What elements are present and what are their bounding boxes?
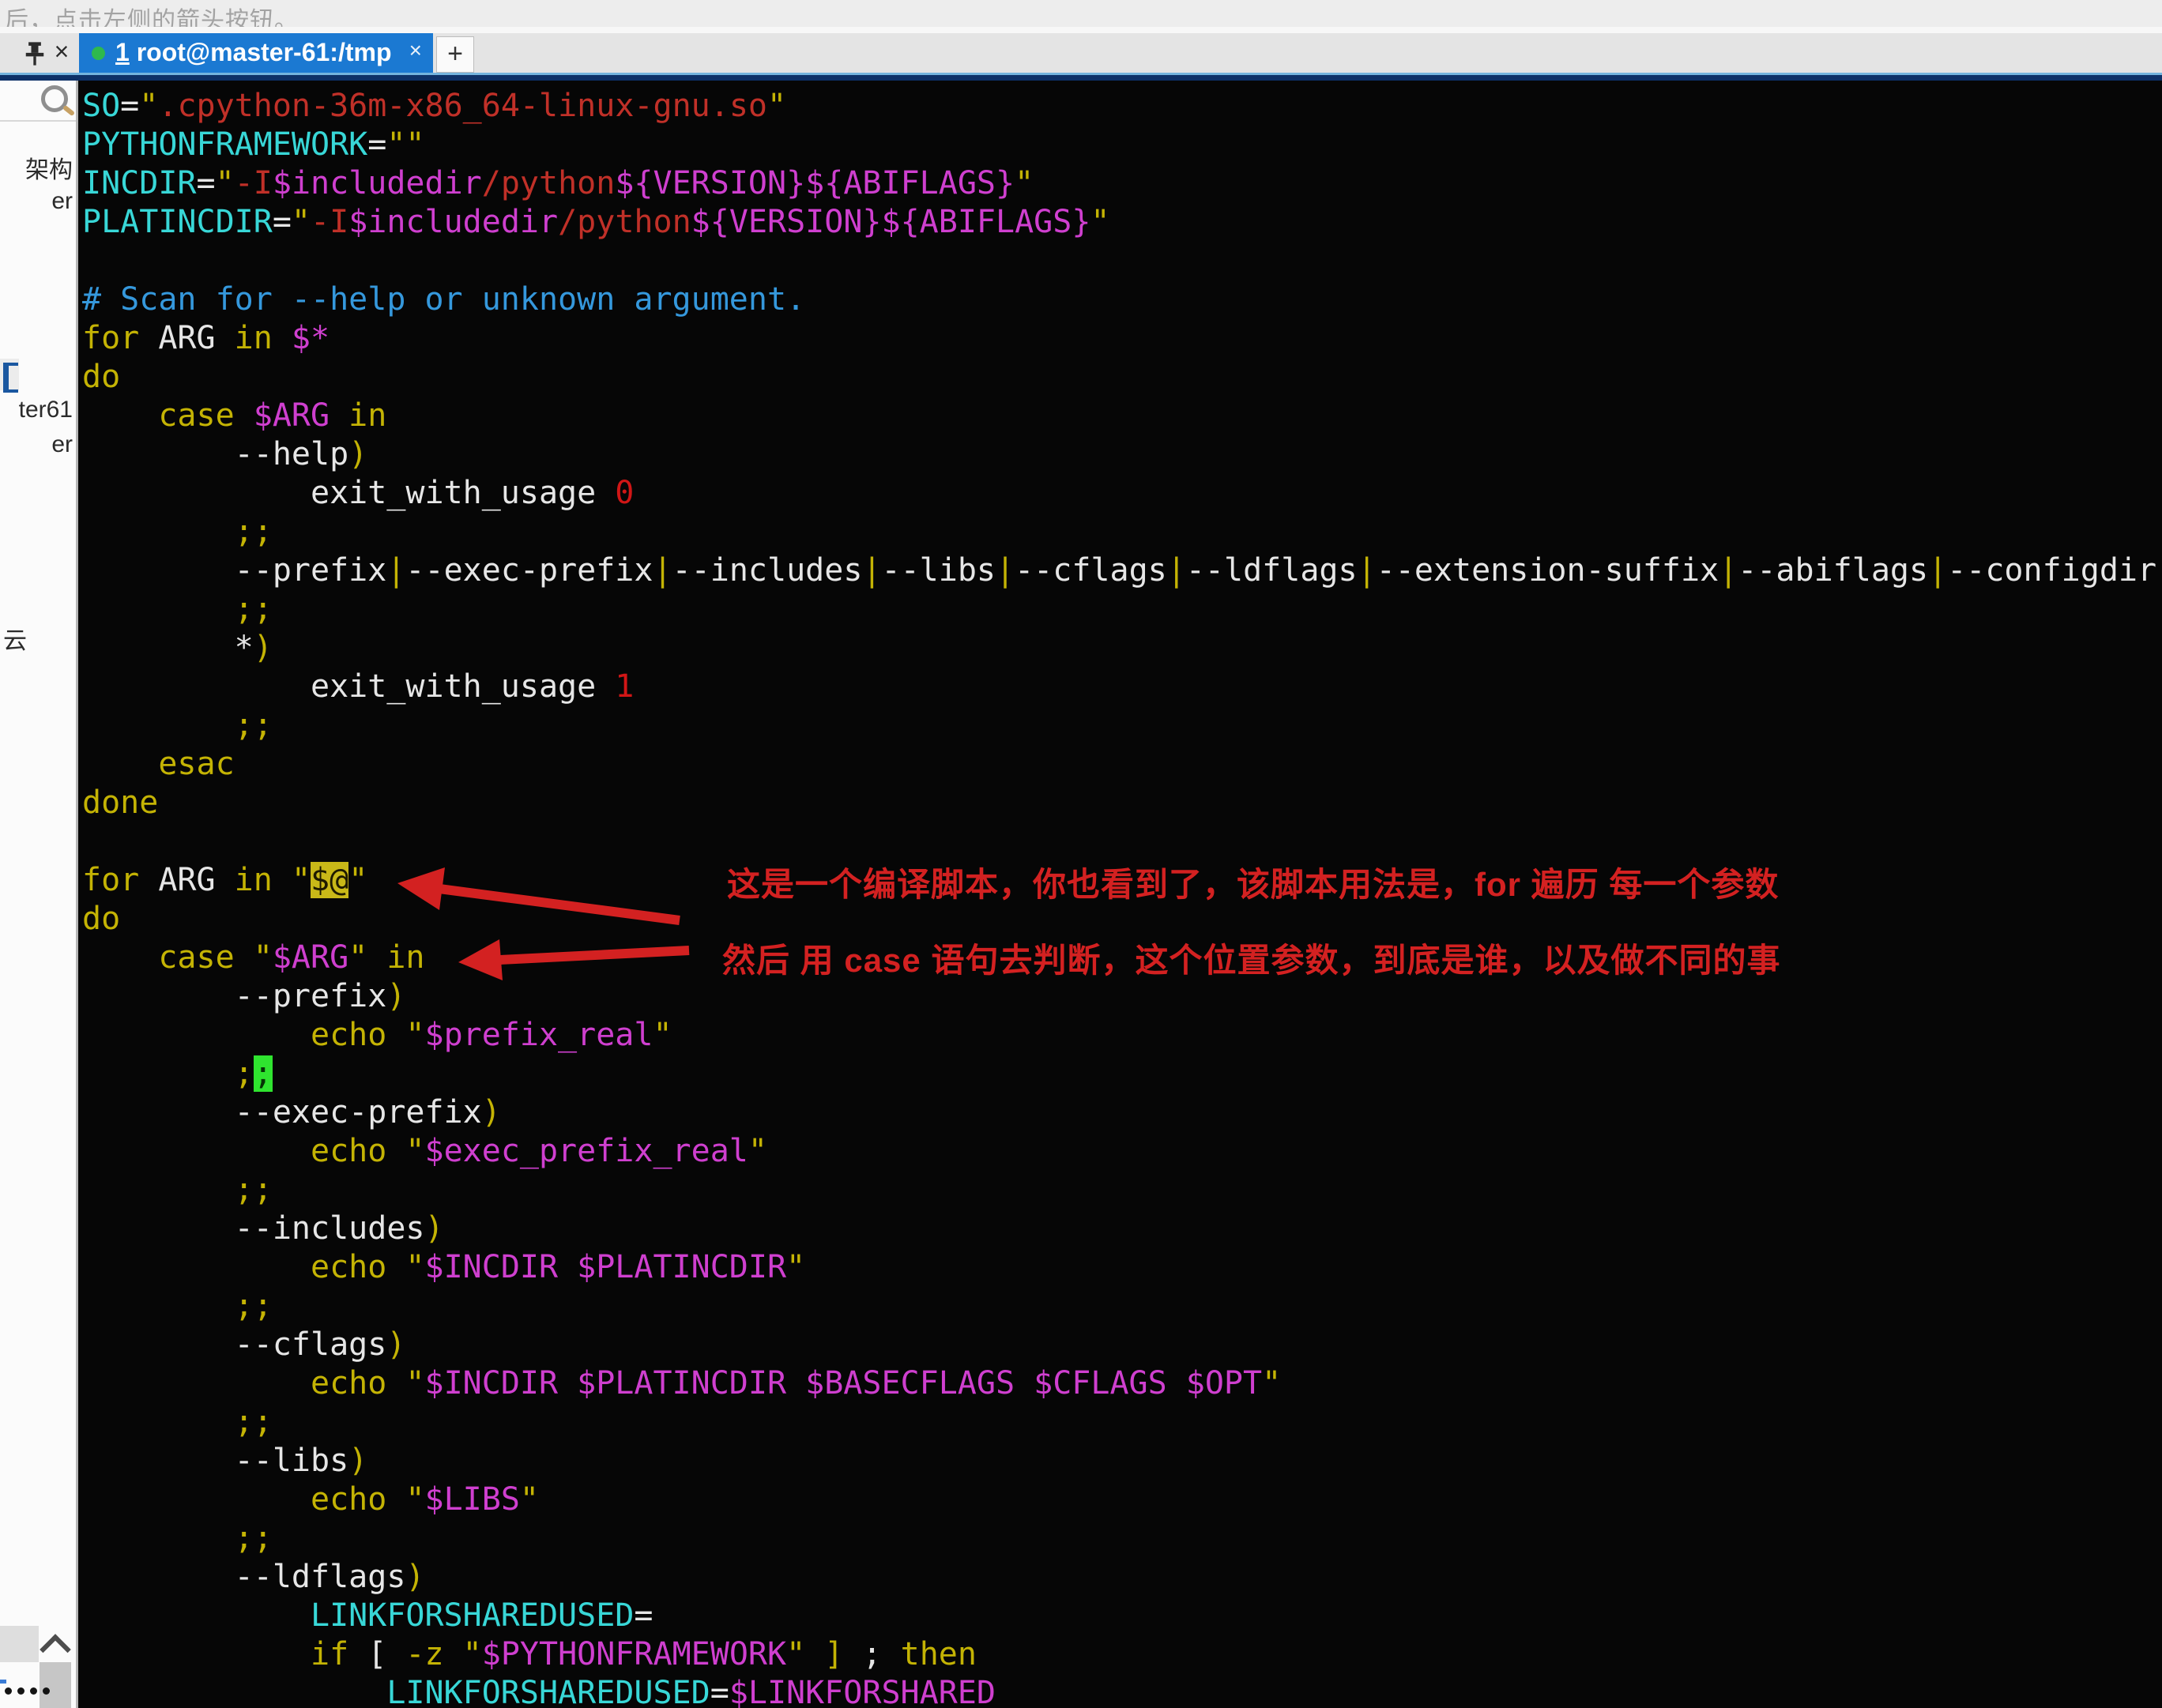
close-panel-icon[interactable]: ×: [47, 35, 76, 66]
code-line: --ldflags): [82, 1558, 2162, 1597]
code-line: echo "$prefix_real": [82, 1016, 2162, 1055]
code-line: --includes): [82, 1210, 2162, 1248]
code-line: echo "$LIBS": [82, 1480, 2162, 1519]
code-line: exit_with_usage 0: [82, 474, 2162, 513]
tab-terminal-session[interactable]: 1 root@master-61:/tmp ×: [79, 33, 433, 73]
code-line: ;;: [82, 1287, 2162, 1326]
topbar-divider: [0, 27, 2162, 33]
sidebar-item-fragment[interactable]: er: [51, 431, 73, 458]
code-line: PLATINCDIR="-I$includedir/python${VERSIO…: [82, 203, 2162, 242]
tab-bar: × 1 root@master-61:/tmp × +: [0, 33, 2162, 73]
sidebar-divider: [0, 120, 76, 122]
code-line: --cflags): [82, 1326, 2162, 1364]
code-line: echo "$INCDIR $PLATINCDIR $BASECFLAGS $C…: [82, 1364, 2162, 1403]
code-line: ;;: [82, 1403, 2162, 1442]
code-line: SO=".cpython-36m-x86_64-linux-gnu.so": [82, 87, 2162, 126]
code-line: for ARG in $*: [82, 319, 2162, 358]
ellipsis-dots-icon: [5, 1687, 50, 1695]
code-line: done: [82, 784, 2162, 822]
code-line: echo "$INCDIR $PLATINCDIR": [82, 1248, 2162, 1287]
annotation-text-1: 这是一个编译脚本，你也看到了，该脚本用法是，for 遍历 每一个参数: [727, 858, 1779, 906]
new-tab-button[interactable]: +: [436, 36, 474, 73]
code-line: --exec-prefix): [82, 1093, 2162, 1132]
code-line: do: [82, 358, 2162, 397]
search-icon[interactable]: [41, 85, 68, 112]
code-line: ;;: [82, 1519, 2162, 1558]
code-line: LINKFORSHAREDUSED=: [82, 1597, 2162, 1635]
sidebar-scrollbar[interactable]: [40, 1662, 71, 1708]
code-line: ;;: [82, 513, 2162, 551]
code-line: esac: [82, 745, 2162, 784]
code-line: [82, 822, 2162, 861]
sidebar-item-fragment[interactable]: 架构: [25, 150, 73, 185]
left-sidebar: 架构 er ter61 er 云: [0, 81, 78, 1708]
tab-close-icon[interactable]: ×: [409, 38, 422, 63]
code-line: echo "$exec_prefix_real": [82, 1132, 2162, 1171]
code-line: PYTHONFRAMEWORK="": [82, 126, 2162, 164]
code-line: INCDIR="-I$includedir/python${VERSION}${…: [82, 164, 2162, 203]
code-line: [82, 242, 2162, 280]
pin-icon[interactable]: [21, 40, 49, 68]
code-line: exit_with_usage 1: [82, 668, 2162, 706]
tab-index: 1: [115, 38, 130, 66]
code-line: if [ -z "$PYTHONFRAMEWORK" ] ; then: [82, 1635, 2162, 1674]
code-line: --help): [82, 435, 2162, 474]
code-line: LINKFORSHAREDUSED=$LINKFORSHARED: [82, 1674, 2162, 1708]
code-line: --prefix): [82, 977, 2162, 1016]
sidebar-panel-corner: [0, 1626, 39, 1662]
code-line: ;;: [82, 1171, 2162, 1210]
scroll-up-icon[interactable]: [40, 1634, 71, 1665]
selection-marker: [0, 1680, 6, 1684]
tab-title-text: root@master-61:/tmp: [130, 38, 392, 66]
sidebar-item-fragment[interactable]: 云: [3, 621, 27, 656]
sidebar-item-fragment[interactable]: er: [51, 188, 73, 215]
tab-title: 1 root@master-61:/tmp: [115, 38, 392, 67]
annotation-text-2: 然后 用 case 语句去判断，这个位置参数，到底是谁，以及做不同的事: [722, 934, 1780, 982]
code-line: --prefix|--exec-prefix|--includes|--libs…: [82, 551, 2162, 590]
code-line: # Scan for --help or unknown argument.: [82, 280, 2162, 319]
server-icon[interactable]: [0, 359, 19, 390]
code-line: ;;: [82, 590, 2162, 629]
code-line: ;;: [82, 1055, 2162, 1093]
code-line: case $ARG in: [82, 397, 2162, 435]
terminal-top-border: [0, 73, 2162, 81]
status-dot-icon: [92, 47, 105, 60]
code-line: --libs): [82, 1442, 2162, 1480]
code-line: ;;: [82, 706, 2162, 745]
sidebar-item-fragment[interactable]: ter61: [19, 397, 73, 423]
top-instruction-bar: 后，点击左侧的箭头按钮。: [0, 0, 2162, 27]
code-line: *): [82, 629, 2162, 668]
